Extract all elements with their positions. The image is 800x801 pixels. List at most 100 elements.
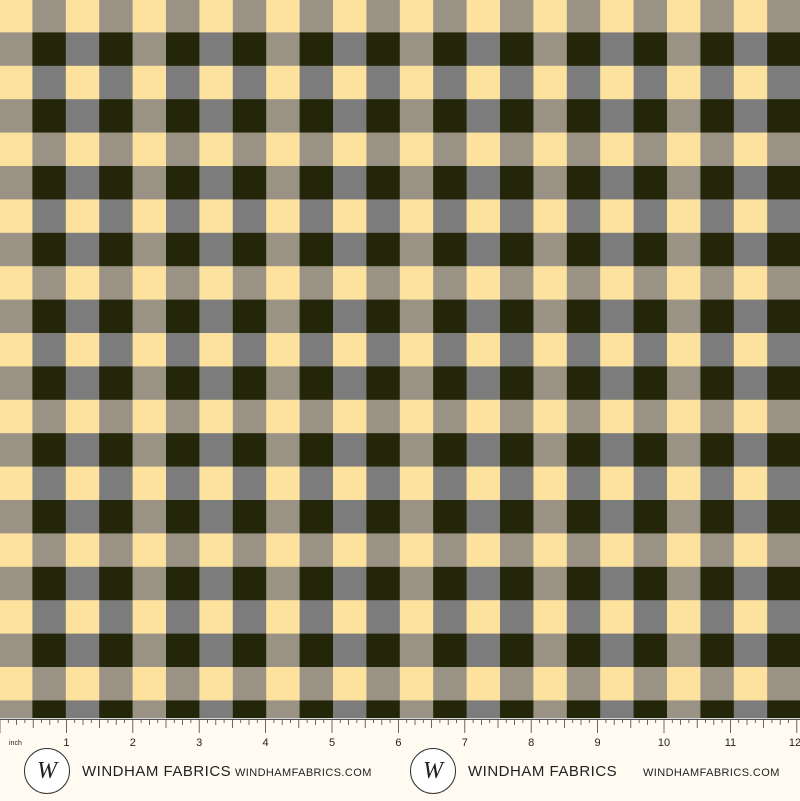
- gingham-cell: [333, 299, 367, 334]
- gingham-cell: [166, 266, 200, 301]
- gingham-cell: [65, 533, 100, 568]
- gingham-cell: [266, 132, 301, 167]
- gingham-cell: [566, 199, 601, 234]
- gingham-cell: [32, 399, 67, 434]
- gingham-cell: [566, 32, 601, 67]
- gingham-cell: [99, 65, 134, 100]
- gingham-cell: [500, 99, 534, 134]
- gingham-cell: [366, 633, 401, 668]
- brand-logo-letter: W: [423, 757, 443, 784]
- gingham-cell: [166, 99, 200, 134]
- gingham-cell: [366, 600, 401, 635]
- gingham-cell: [600, 333, 635, 367]
- gingham-cell: [366, 99, 401, 134]
- gingham-cell: [399, 600, 434, 635]
- ruler-number: 5: [329, 737, 335, 749]
- gingham-cell: [132, 299, 167, 334]
- gingham-cell: [232, 299, 267, 334]
- gingham-cell: [266, 667, 301, 701]
- gingham-cell: [65, 166, 100, 200]
- gingham-cell: [433, 600, 468, 635]
- gingham-cell: [700, 299, 735, 334]
- gingham-cell: [533, 633, 568, 668]
- gingham-cell: [466, 566, 501, 601]
- gingham-cell: [500, 500, 534, 534]
- gingham-cell: [733, 0, 768, 33]
- gingham-cell: [700, 99, 735, 134]
- gingham-cell: [466, 232, 501, 267]
- gingham-cell: [166, 132, 200, 167]
- gingham-cell: [533, 232, 568, 267]
- gingham-cell: [0, 667, 33, 701]
- gingham-cell: [700, 600, 735, 635]
- gingham-cell: [132, 566, 167, 601]
- gingham-cell: [299, 366, 334, 401]
- gingham-cell: [232, 232, 267, 267]
- gingham-cell: [99, 667, 134, 701]
- gingham-cell: [366, 65, 401, 100]
- gingham-cell: [0, 433, 33, 468]
- gingham-cell: [132, 533, 167, 568]
- gingham-cell: [166, 500, 200, 534]
- gingham-cell: [700, 533, 735, 568]
- gingham-cell: [333, 0, 367, 33]
- gingham-cell: [767, 99, 800, 134]
- gingham-cell: [0, 65, 33, 100]
- gingham-cell: [500, 600, 534, 635]
- gingham-cell: [199, 566, 234, 601]
- gingham-cell: [667, 99, 701, 134]
- gingham-cell: [366, 266, 401, 301]
- gingham-cell: [32, 32, 67, 67]
- gingham-cell: [199, 500, 234, 534]
- gingham-cell: [199, 166, 234, 200]
- gingham-cell: [566, 166, 601, 200]
- gingham-cell: [399, 566, 434, 601]
- gingham-cell: [633, 166, 668, 200]
- gingham-cell: [533, 32, 568, 67]
- gingham-cell: [466, 199, 501, 234]
- gingham-cell: [466, 132, 501, 167]
- gingham-cell: [299, 667, 334, 701]
- gingham-cell: [132, 366, 167, 401]
- gingham-cell: [399, 32, 434, 67]
- gingham-cell: [0, 32, 33, 67]
- ruler-number: 12: [789, 737, 800, 749]
- gingham-cell: [667, 566, 701, 601]
- gingham-cell: [32, 99, 67, 134]
- gingham-cell: [433, 466, 468, 501]
- gingham-cell: [333, 65, 367, 100]
- gingham-cell: [667, 399, 701, 434]
- gingham-cell: [99, 366, 134, 401]
- gingham-cell: [65, 266, 100, 301]
- gingham-cell: [733, 466, 768, 501]
- gingham-cell: [132, 65, 167, 100]
- gingham-cell: [0, 266, 33, 301]
- gingham-cell: [733, 600, 768, 635]
- gingham-cell: [566, 266, 601, 301]
- gingham-cell: [533, 466, 568, 501]
- gingham-cell: [266, 266, 301, 301]
- gingham-cell: [99, 166, 134, 200]
- gingham-cell: [733, 166, 768, 200]
- gingham-cell: [399, 333, 434, 367]
- gingham-cell: [333, 132, 367, 167]
- gingham-cell: [667, 266, 701, 301]
- gingham-cell: [633, 600, 668, 635]
- gingham-cell: [399, 132, 434, 167]
- gingham-cell: [533, 600, 568, 635]
- gingham-cell: [132, 399, 167, 434]
- gingham-cell: [366, 533, 401, 568]
- ruler-scale: 1 2 3 4 5 6 7 8 9 10 11 12: [0, 719, 800, 749]
- gingham-cell: [466, 333, 501, 367]
- gingham-cell: [65, 0, 100, 33]
- gingham-cell: [667, 600, 701, 635]
- gingham-cell: [399, 433, 434, 468]
- gingham-cell: [99, 99, 134, 134]
- gingham-cell: [333, 199, 367, 234]
- gingham-cell: [266, 333, 301, 367]
- gingham-cell: [0, 633, 33, 668]
- gingham-cell: [600, 500, 635, 534]
- gingham-cell: [232, 500, 267, 534]
- gingham-cell: [667, 633, 701, 668]
- gingham-cell: [266, 32, 301, 67]
